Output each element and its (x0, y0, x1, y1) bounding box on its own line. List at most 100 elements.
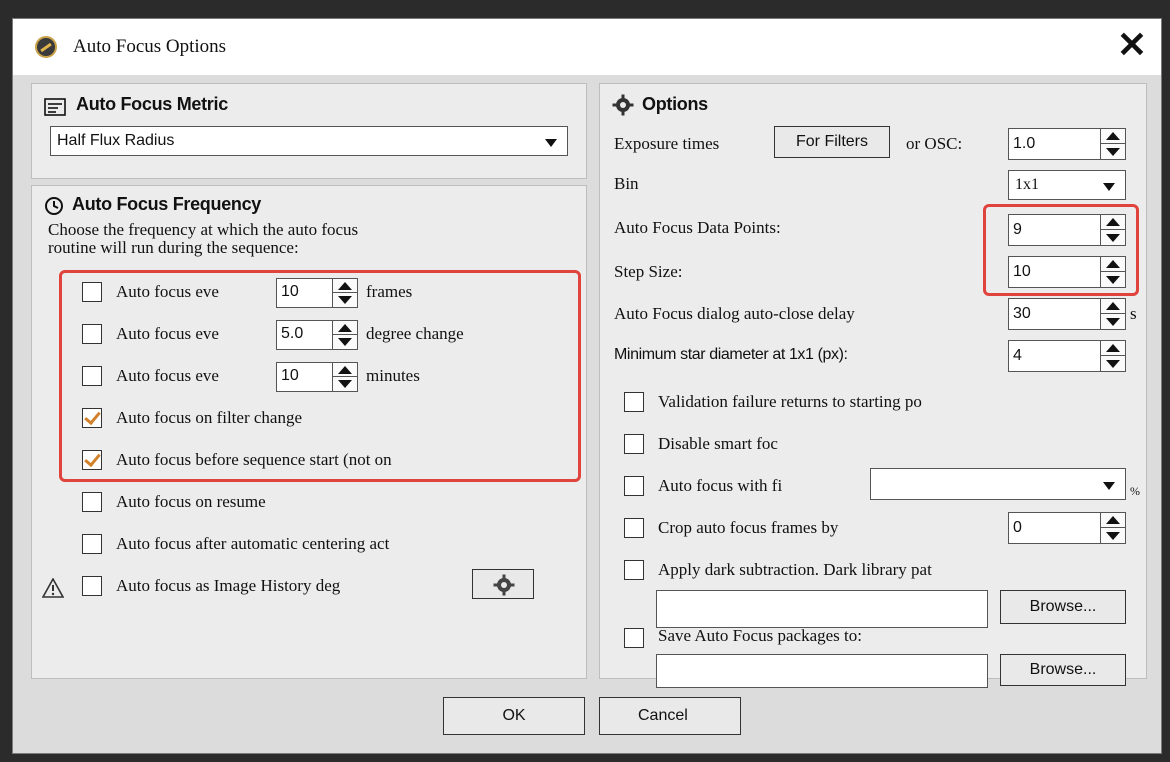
arrow-down-icon (338, 338, 352, 346)
af-after-centering-checkbox[interactable] (82, 534, 102, 554)
arrow-down-icon (1106, 148, 1120, 156)
stepper-arrows[interactable] (332, 363, 357, 391)
title-bar: Auto Focus Options ✕ (13, 19, 1161, 75)
frequency-description-line-1: Choose the frequency at which the auto f… (48, 220, 359, 239)
exposure-label: Exposure times (614, 134, 720, 153)
af-before-sequence-checkbox[interactable] (82, 450, 102, 470)
bin-select[interactable]: 1x1 (1008, 170, 1126, 200)
exposure-stepper[interactable]: 1.0 (1008, 128, 1126, 160)
af-every-degree-checkbox[interactable] (82, 324, 102, 344)
af-image-history-label: Auto focus as Image History deg (116, 576, 341, 595)
frequency-panel: Auto Focus Frequency Choose the frequenc… (31, 185, 587, 679)
gear-icon (612, 94, 634, 116)
dark-library-browse-button[interactable]: Browse... (1000, 590, 1126, 624)
crop-checkbox[interactable] (624, 518, 644, 538)
ok-button[interactable]: OK (443, 697, 585, 735)
af-on-resume-label: Auto focus on resume (116, 492, 266, 511)
close-button[interactable]: ✕ (1117, 27, 1147, 63)
arrow-down-icon (1106, 360, 1120, 368)
af-after-centering-label: Auto focus after automatic centering act (116, 534, 390, 553)
af-every-minutes-stepper[interactable]: 10 (276, 362, 358, 392)
min-star-label: Minimum star diameter at 1x1 (px): (614, 346, 848, 363)
stepper-arrows[interactable] (1100, 129, 1125, 159)
arrow-up-icon (338, 282, 352, 290)
exposure-value: 1.0 (1013, 135, 1036, 152)
divider (1101, 527, 1125, 528)
validation-label: Validation failure returns to starting p… (658, 392, 922, 411)
af-on-resume-checkbox[interactable] (82, 492, 102, 512)
arrow-down-icon (1106, 532, 1120, 540)
stepper-arrows[interactable] (332, 321, 357, 349)
metric-heading: Auto Focus Metric (76, 94, 228, 114)
af-every-minutes-checkbox[interactable] (82, 366, 102, 386)
save-packages-checkbox[interactable] (624, 628, 644, 648)
options-panel: Options Exposure times For Filters or OS… (599, 83, 1147, 688)
stepper-arrows[interactable] (1100, 215, 1125, 245)
arrow-down-icon (338, 380, 352, 388)
divider (1101, 313, 1125, 314)
af-image-history-checkbox[interactable] (82, 576, 102, 596)
dark-library-path-field[interactable] (656, 590, 988, 628)
auto-focus-options-dialog: Auto Focus Options ✕ Auto Focus Metric H… (12, 18, 1162, 754)
divider (333, 376, 357, 377)
crop-label: Crop auto focus frames by (658, 518, 839, 537)
metric-selected-value: Half Flux Radius (57, 132, 175, 149)
bin-value: 1x1 (1015, 176, 1039, 193)
dark-subtraction-checkbox[interactable] (624, 560, 644, 580)
chevron-down-icon (1103, 183, 1115, 191)
cancel-button[interactable]: Cancel (599, 697, 741, 735)
save-packages-label: Save Auto Focus packages to: (658, 626, 862, 645)
stepper-arrows[interactable] (332, 279, 357, 307)
stepper-arrows[interactable] (1100, 299, 1125, 329)
crop-value: 0 (1013, 519, 1022, 536)
for-filters-button[interactable]: For Filters (774, 126, 890, 158)
save-packages-path-field[interactable] (656, 654, 988, 688)
arrow-up-icon (338, 366, 352, 374)
frequency-heading: Auto Focus Frequency (72, 194, 262, 214)
chevron-down-icon (545, 139, 557, 147)
arrow-up-icon (1106, 344, 1120, 352)
stepper-arrows[interactable] (1100, 513, 1125, 543)
divider (333, 334, 357, 335)
app-logo-icon (35, 36, 57, 58)
af-every-degree-label: Auto focus eve (116, 324, 219, 343)
step-size-stepper[interactable]: 10 (1008, 256, 1126, 288)
stepper-arrows[interactable] (1100, 257, 1125, 287)
window-title: Auto Focus Options (73, 36, 227, 57)
arrow-up-icon (1106, 260, 1120, 268)
af-filter-change-checkbox[interactable] (82, 408, 102, 428)
data-points-stepper[interactable]: 9 (1008, 214, 1126, 246)
save-packages-browse-button[interactable]: Browse... (1000, 654, 1126, 686)
image-history-settings-button[interactable] (472, 569, 534, 599)
af-filter-change-label: Auto focus on filter change (116, 408, 302, 427)
arrow-up-icon (1106, 516, 1120, 524)
af-every-minutes-value: 10 (281, 367, 299, 384)
af-every-degree-unit: degree change (366, 324, 464, 343)
chevron-down-icon (1103, 482, 1115, 490)
af-every-frames-unit: frames (366, 282, 413, 301)
divider (1101, 355, 1125, 356)
af-every-frames-stepper[interactable]: 10 (276, 278, 358, 308)
divider (1101, 143, 1125, 144)
crop-stepper[interactable]: 0 (1008, 512, 1126, 544)
metric-select[interactable]: Half Flux Radius (50, 126, 568, 156)
autoclose-value: 30 (1013, 305, 1031, 322)
metric-list-icon (44, 98, 66, 116)
af-every-frames-label: Auto focus eve (116, 282, 219, 301)
af-with-filter-checkbox[interactable] (624, 476, 644, 496)
disable-smart-focus-checkbox[interactable] (624, 434, 644, 454)
step-size-value: 10 (1013, 263, 1031, 280)
arrow-down-icon (1106, 318, 1120, 326)
stepper-arrows[interactable] (1100, 341, 1125, 371)
af-with-filter-select[interactable] (870, 468, 1126, 500)
validation-checkbox[interactable] (624, 392, 644, 412)
clock-icon (45, 197, 63, 215)
af-every-frames-checkbox[interactable] (82, 282, 102, 302)
data-points-value: 9 (1013, 221, 1022, 238)
autoclose-stepper[interactable]: 30 (1008, 298, 1126, 330)
divider (1101, 271, 1125, 272)
autoclose-unit: s (1130, 304, 1137, 323)
af-every-degree-stepper[interactable]: 5.0 (276, 320, 358, 350)
af-every-frames-value: 10 (281, 283, 299, 300)
min-star-stepper[interactable]: 4 (1008, 340, 1126, 372)
